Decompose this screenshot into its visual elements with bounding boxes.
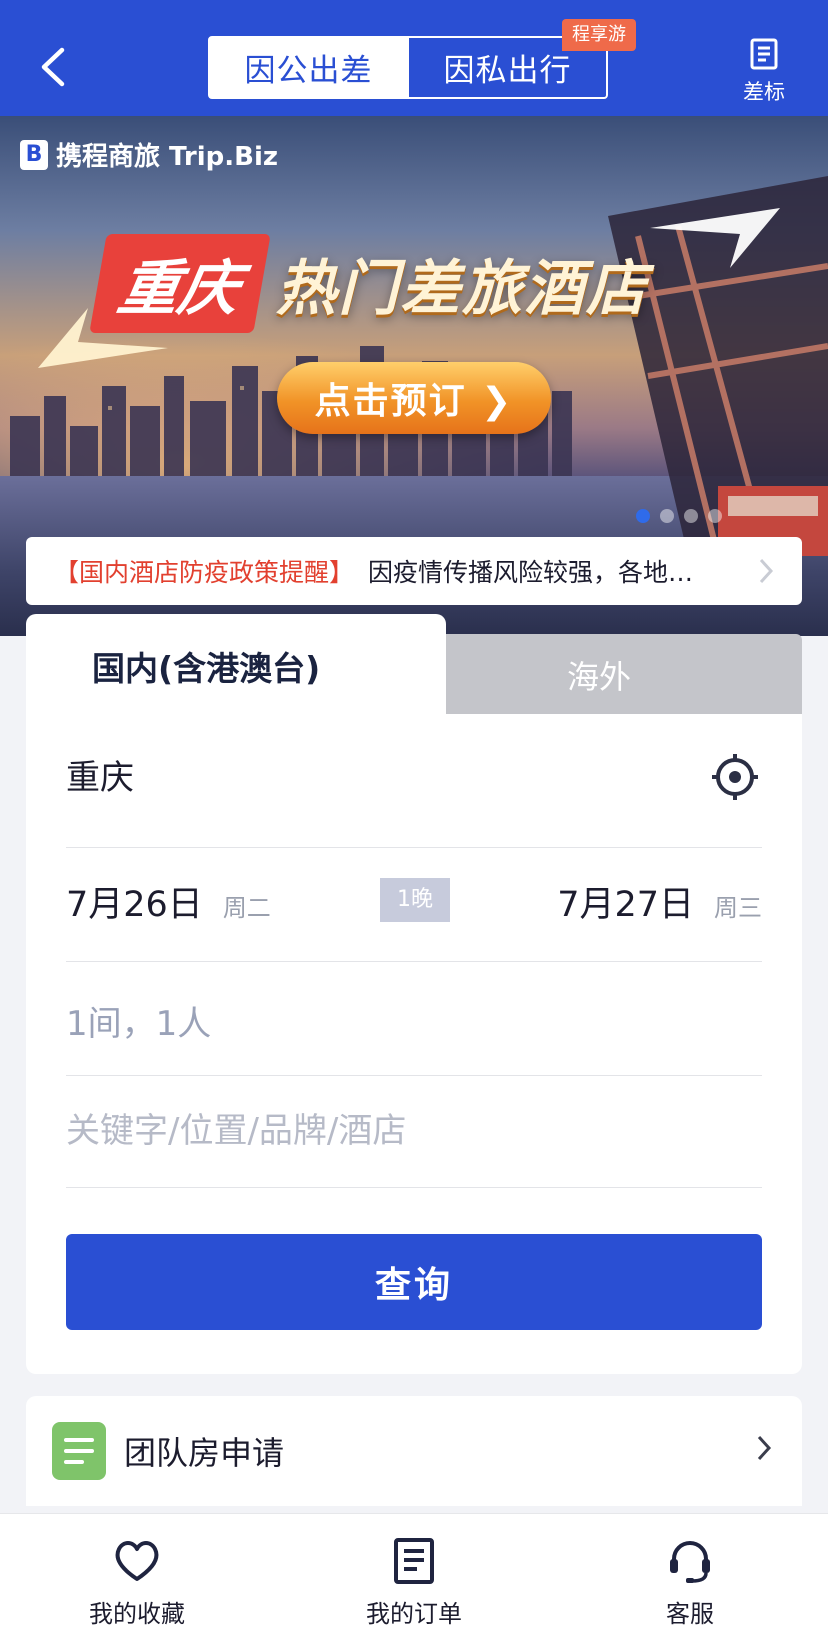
carousel-indicator (636, 509, 722, 523)
travel-standard-label: 差标 (743, 80, 785, 104)
checkin-weekday: 周二 (222, 894, 271, 922)
checkin-date[interactable]: 7月26日 周二 (66, 876, 271, 927)
carousel-dot[interactable] (708, 509, 722, 523)
chevron-right-icon (759, 558, 774, 584)
banner-city-tag: 重庆 (89, 234, 271, 333)
group-room-label: 团队房申请 (124, 1434, 285, 1472)
nav-orders[interactable]: 我的订单 (334, 1534, 494, 1629)
city-selector[interactable]: 重庆 (66, 714, 762, 848)
bottom-nav: 我的收藏 我的订单 客服 (0, 1514, 828, 1649)
headset-icon (670, 1541, 710, 1583)
notice-message: 因疫情传播风险较强，各地… (368, 558, 694, 587)
tab-overseas-label: 海外 (566, 658, 631, 696)
heart-icon (115, 1541, 159, 1581)
chevron-left-icon (41, 47, 65, 87)
tab-domestic[interactable]: 国内(含港澳台) (26, 614, 446, 724)
checkin-date-value: 7月26日 (66, 885, 203, 925)
notice-tag: 【国内酒店防疫政策提醒】 (54, 558, 355, 587)
group-room-entry[interactable]: 团队房申请 (26, 1396, 802, 1506)
search-form: 重庆 7月26日 周二 1晚 7月27日 周三 1间，1人 关键字/位置/品牌/… (26, 714, 802, 1374)
checkout-date[interactable]: 7月27日 周三 (557, 876, 762, 927)
nav-favorites[interactable]: 我的收藏 (57, 1534, 217, 1629)
carousel-dot[interactable] (636, 509, 650, 523)
checkout-date-value: 7月27日 (557, 885, 694, 925)
promo-badge: 程享游 (562, 19, 636, 51)
nav-favorites-label: 我的收藏 (89, 1600, 185, 1628)
banner-title: 热门差旅酒店 (276, 254, 648, 324)
nav-customer-service[interactable]: 客服 (610, 1534, 770, 1629)
carousel-dot[interactable] (660, 509, 674, 523)
banner-headline: 重庆 热门差旅酒店 (89, 234, 648, 333)
brand-logo: B 携程商旅 Trip.Biz (20, 136, 278, 173)
trip-type-switch: 因公出差 因私出行 (208, 36, 608, 99)
keyword-row (66, 1076, 762, 1188)
nav-customer-service-label: 客服 (666, 1600, 714, 1628)
chevron-right-icon (757, 1435, 772, 1461)
policy-notice[interactable]: 【国内酒店防疫政策提醒】 因疫情传播风险较强，各地… (26, 537, 802, 605)
tab-business-trip[interactable]: 因公出差 (210, 38, 407, 97)
nav-orders-label: 我的订单 (366, 1600, 462, 1628)
brand-name: 携程商旅 Trip.Biz (56, 142, 279, 172)
top-header: 因公出差 因私出行 程享游 差标 (0, 0, 828, 116)
nights-badge: 1晚 (380, 878, 450, 922)
back-button[interactable] (34, 42, 74, 92)
region-tabs: 海外 国内(含港澳台) (26, 614, 802, 728)
rooms-guests-selector[interactable]: 1间，1人 (66, 962, 762, 1076)
document-icon (750, 38, 778, 70)
date-selector[interactable]: 7月26日 周二 1晚 7月27日 周三 (66, 848, 762, 962)
book-now-button[interactable]: 点击预订 ❯ (277, 362, 551, 434)
keyword-input[interactable] (66, 1106, 762, 1156)
brand-mark-icon: B (20, 139, 48, 170)
arrow-deco-right-icon (650, 208, 780, 268)
group-form-icon (52, 1422, 106, 1480)
city-value: 重庆 (66, 758, 134, 798)
carousel-dot[interactable] (684, 509, 698, 523)
checkout-weekday: 周三 (714, 894, 762, 922)
order-icon (394, 1538, 434, 1584)
tab-domestic-label: 国内(含港澳台) (92, 649, 321, 688)
travel-standard-button[interactable]: 差标 (740, 38, 788, 106)
hotel-search-card: 海外 国内(含港澳台) 重庆 7月26日 周二 1晚 7月27日 周三 1间，1… (26, 614, 802, 1374)
rooms-guests-value: 1间，1人 (66, 1004, 212, 1044)
location-target-icon[interactable] (710, 752, 760, 802)
search-button[interactable]: 查询 (66, 1234, 762, 1330)
